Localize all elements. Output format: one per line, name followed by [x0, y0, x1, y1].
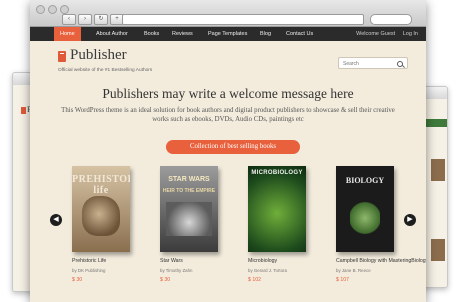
- book-cover-title: PREHISTORIC life: [72, 174, 130, 196]
- book-cover-title: BIOLOGY: [345, 176, 385, 185]
- nav-item-page-templates[interactable]: Page Templates: [202, 27, 253, 41]
- book-cover[interactable]: PREHISTORIC life: [72, 166, 130, 252]
- book-item[interactable]: BIOLOGY Campbell Biology with MasteringB…: [336, 166, 426, 283]
- book-title[interactable]: Prehistoric Life: [72, 258, 134, 264]
- book-cover[interactable]: MICROBIOLOGY: [248, 166, 306, 252]
- user-area: Welcome Guest Log In: [356, 27, 418, 41]
- browser-search-field[interactable]: [370, 14, 412, 25]
- book-cover[interactable]: STAR WARS HEIR TO THE EMPIRE: [160, 166, 218, 252]
- back-icon[interactable]: ‹: [62, 14, 76, 25]
- background-book-thumbnail: [431, 239, 445, 261]
- search-placeholder: Search: [343, 61, 359, 67]
- book-author: by DK Publishing: [72, 268, 106, 273]
- skull-illustration: [82, 196, 120, 236]
- forward-icon[interactable]: ›: [78, 14, 92, 25]
- main-navigation: Home About Author Books Reviews Page Tem…: [30, 27, 426, 41]
- nav-item-contact-us[interactable]: Contact Us: [280, 27, 319, 41]
- starship-illustration: [166, 202, 212, 236]
- book-price: $ 102: [248, 277, 261, 283]
- site-header: Publisher Official website of the #1 Bes…: [30, 41, 426, 75]
- maximize-window-button[interactable]: [60, 5, 69, 14]
- book-price: $ 30: [160, 277, 171, 283]
- book-price: $ 107: [336, 277, 349, 283]
- browser-toolbar: ‹ › ↻ +: [30, 0, 426, 27]
- welcome-headline: Publishers may write a welcome message h…: [102, 86, 354, 101]
- best-sellers-button[interactable]: Collection of best selling books: [166, 140, 300, 154]
- book-logo-icon: [21, 107, 26, 114]
- book-item[interactable]: PREHISTORIC life Prehistoric Life by DK …: [72, 166, 134, 283]
- search-icon[interactable]: [397, 61, 403, 67]
- intro-text: This WordPress theme is an ideal solutio…: [61, 107, 395, 123]
- book-logo-icon: [58, 51, 66, 62]
- nav-item-about-author[interactable]: About Author: [90, 27, 134, 41]
- carousel-next-icon[interactable]: ▶: [404, 214, 416, 226]
- background-book-thumbnail: [431, 159, 445, 181]
- book-cover[interactable]: BIOLOGY: [336, 166, 394, 252]
- welcome-text: Welcome Guest: [356, 31, 396, 37]
- book-price: $ 30: [72, 277, 83, 283]
- book-author: by Timothy Zahn: [160, 268, 193, 273]
- login-link[interactable]: Log In: [403, 31, 418, 37]
- nav-item-reviews[interactable]: Reviews: [166, 27, 199, 41]
- book-cover-title: STAR WARS: [168, 176, 210, 183]
- book-author: by Jane B. Reece: [336, 268, 371, 273]
- address-bar[interactable]: [122, 14, 364, 25]
- plant-illustration: [350, 200, 380, 236]
- reload-icon[interactable]: ↻: [94, 14, 108, 25]
- book-title[interactable]: Campbell Biology with MasteringBiology: [336, 258, 426, 264]
- book-item[interactable]: STAR WARS HEIR TO THE EMPIRE Star Wars b…: [160, 166, 222, 283]
- nav-item-home[interactable]: Home: [54, 27, 81, 41]
- book-title[interactable]: Star Wars: [160, 258, 222, 264]
- browser-nav-buttons: ‹ › ↻ +: [62, 14, 124, 25]
- book-cover-subtitle: HEIR TO THE EMPIRE: [162, 188, 216, 194]
- book-title[interactable]: Microbiology: [248, 258, 310, 264]
- site-title[interactable]: Publisher: [70, 47, 127, 64]
- book-cover-title: MICROBIOLOGY: [251, 170, 303, 176]
- nav-item-books[interactable]: Books: [138, 27, 165, 41]
- nav-item-blog[interactable]: Blog: [254, 27, 277, 41]
- window-controls: [36, 5, 69, 14]
- search-input[interactable]: Search: [338, 57, 408, 69]
- book-author: by Gerard J. Tortora: [248, 268, 287, 273]
- site-tagline: Official website of the #1 Bestselling A…: [58, 68, 153, 73]
- book-item[interactable]: MICROBIOLOGY Microbiology by Gerard J. T…: [248, 166, 310, 283]
- minimize-window-button[interactable]: [48, 5, 57, 14]
- browser-window: ‹ › ↻ + Home About Author Books Reviews …: [30, 0, 426, 302]
- close-window-button[interactable]: [36, 5, 45, 14]
- carousel-prev-icon[interactable]: ◀: [50, 214, 62, 226]
